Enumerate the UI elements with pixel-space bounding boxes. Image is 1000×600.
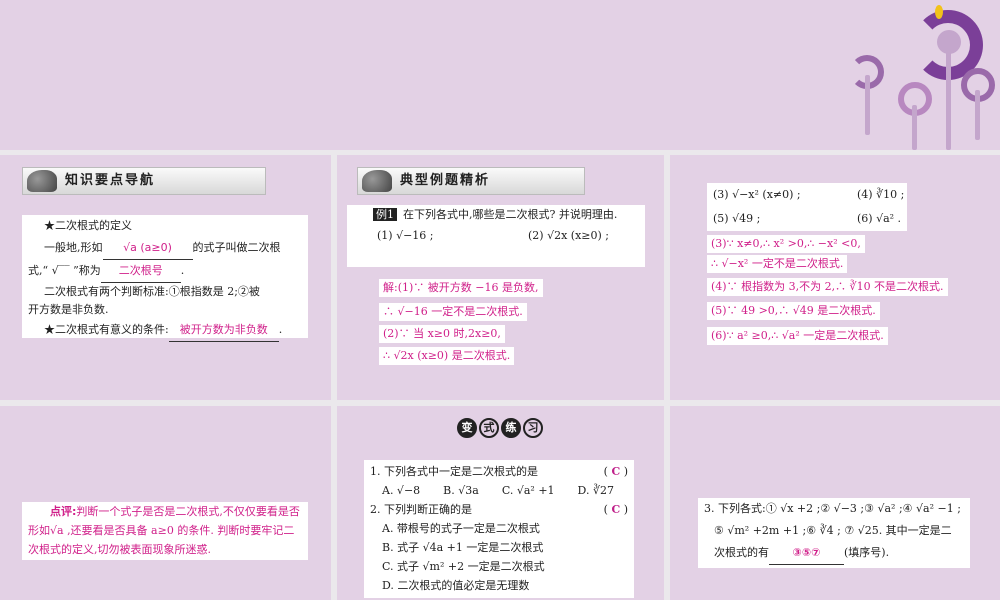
option: B. 式子 √4a +1 一定是二次根式 xyxy=(382,541,544,554)
question-3-box: 3. 下列各式:① √x +2 ;② √−3 ;③ √a² ;④ √a² −1 … xyxy=(698,498,970,568)
practice-box: 1. 下列各式中一定是二次根式的是( C ) A. √−8 B. √3a C. √a… xyxy=(364,460,634,598)
title-banner xyxy=(0,0,1000,150)
solution-line: ∴ √2x (x≥0) 是二次根式. xyxy=(379,347,515,365)
criteria-line: 开方数是非负数. xyxy=(28,303,109,316)
answer-3: ③⑤⑦ xyxy=(769,542,844,565)
flower-decoration xyxy=(850,0,1000,150)
solution-line: (6)∵ a² ≥0,∴ √a² 一定是二次根式. xyxy=(707,327,888,345)
solution-line: ∴ √−x² 一定不是二次根式. xyxy=(707,255,848,273)
solution-line: (5)∵ 49 >0,∴ √49 是二次根式. xyxy=(707,302,880,320)
globe-book-icon xyxy=(27,170,57,192)
items-box: (3) √−x² (x≠0) ; (4) ∛10 ; (5) √49 ; (6) √… xyxy=(707,183,907,231)
question-box: 例1 在下列各式中,哪些是二次根式? 并说明理由. (1) √−16 ; (2) √… xyxy=(347,205,645,267)
section-header: 知识要点导航 xyxy=(22,167,266,195)
slide-example-continued: (3) √−x² (x≠0) ; (4) ∛10 ; (5) √49 ; (6) √… xyxy=(670,155,1000,400)
slide-comment: 点评:判断一个式子是否是二次根式,不仅仅要看是否形如√a ,还要看是否具备 a≥… xyxy=(0,406,331,600)
graduation-cap-icon xyxy=(362,170,392,192)
practice-badge: 变式练习 xyxy=(457,418,543,438)
slide-knowledge: 知识要点导航 ★二次根式的定义 一般地,形如 √a (a≥0) 的式子叫做二次根 式… xyxy=(0,155,331,400)
blank-name: 二次根号 xyxy=(100,260,181,283)
option: C. 式子 √m² +2 一定是二次根式 xyxy=(382,560,545,573)
condition-line: ★二次根式有意义的条件: 被开方数为非负数. xyxy=(28,319,302,342)
option: D. 二次根式的值必定是无理数 xyxy=(382,579,530,592)
slide-practice-3: 3. 下列各式:① √x +2 ;② √−3 ;③ √a² ;④ √a² −1 … xyxy=(670,406,1000,600)
solution-line: ∴ √−16 一定不是二次根式. xyxy=(379,303,527,321)
solution-line: (2)∵ 当 x≥0 时,2x≥0, xyxy=(379,325,505,343)
answer-1: C xyxy=(611,465,621,478)
comment-box: 点评:判断一个式子是否是二次根式,不仅仅要看是否形如√a ,还要看是否具备 a≥… xyxy=(22,502,308,560)
solution-line: (3)∵ x≠0,∴ x² >0,∴ −x² <0, xyxy=(707,235,865,253)
definition-line: 一般地,形如 √a (a≥0) 的式子叫做二次根 xyxy=(28,237,302,260)
definition-heading: ★二次根式的定义 xyxy=(44,219,132,232)
example-tag: 例1 xyxy=(373,208,397,221)
slide-practice: 变式练习 1. 下列各式中一定是二次根式的是( C ) A. √−8 B. √3a… xyxy=(337,406,664,600)
definition-box: ★二次根式的定义 一般地,形如 √a (a≥0) 的式子叫做二次根 式,“ √‾‾ … xyxy=(22,215,308,342)
blank-form: √a (a≥0) xyxy=(102,237,193,260)
option: A. 带根号的式子一定是二次根式 xyxy=(382,522,540,535)
criteria-line: 二次根式有两个判断标准:①根指数是 2;②被 xyxy=(44,285,260,298)
solution-line: 解:(1)∵ 被开方数 −16 是负数, xyxy=(379,279,543,297)
question-1-options: A. √−8 B. √3a C. √a² +1 D. ∛27 xyxy=(382,484,614,497)
answer-2: C xyxy=(611,503,621,516)
question-2: 2. 下列判断正确的是( C ) xyxy=(370,503,628,516)
solution-line: (4)∵ 根指数为 3,不为 2,∴ ∛10 不是二次根式. xyxy=(707,278,948,296)
definition-line: 式,“ √‾‾ ”称为 二次根号. xyxy=(28,260,302,283)
slide-example: 典型例题精析 例1 在下列各式中,哪些是二次根式? 并说明理由. (1) √−16… xyxy=(337,155,664,400)
section-header: 典型例题精析 xyxy=(357,167,585,195)
blank-condition: 被开方数为非负数 xyxy=(168,319,279,342)
question-1: 1. 下列各式中一定是二次根式的是( C ) xyxy=(370,465,628,478)
